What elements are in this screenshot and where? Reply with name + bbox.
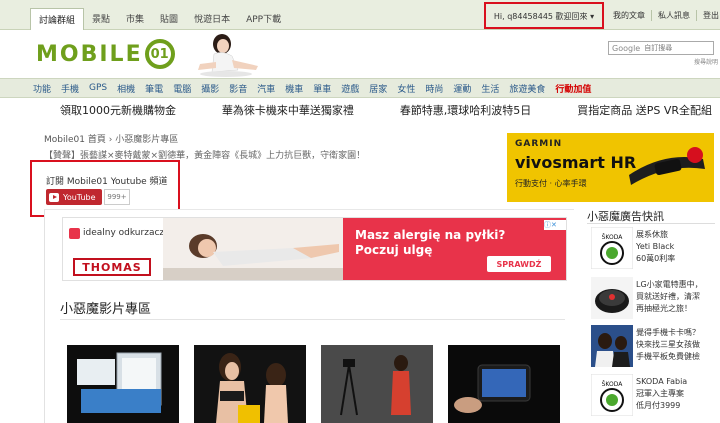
site-logo[interactable]: MOBILE 01	[36, 37, 175, 71]
category-link[interactable]: 影音	[229, 82, 247, 95]
garmin-tagline: 行動支付 · 心率手環	[515, 179, 587, 188]
search-input[interactable]: Google 自訂搜尋	[608, 41, 714, 55]
category-link[interactable]: 女性	[397, 82, 415, 95]
section-title: 小惡魔影片專區	[60, 302, 152, 317]
breadcrumb-home[interactable]: Mobile01 首頁	[44, 135, 106, 145]
breadcrumb: Mobile01 首頁 › 小惡魔影片專區	[44, 132, 178, 145]
category-link[interactable]: 生活	[481, 82, 499, 95]
ad-cta-panel: Masz alergię na pyłki? Poczuj ulgę SPRAW…	[343, 218, 566, 280]
vacuum-ad-banner[interactable]: idealny odkurzacz.pl THOMAS Masz alergię…	[62, 217, 567, 281]
category-link[interactable]: 行動加值	[555, 82, 591, 95]
tab-market[interactable]: 市集	[118, 8, 152, 30]
ad-brand-name: idealny odkurzacz.pl	[83, 228, 176, 238]
search-placeholder: 自訂搜尋	[644, 44, 673, 52]
youtube-subscribe-title: 訂閱 Mobile01 Youtube 頻道	[46, 177, 168, 187]
brand-icon	[69, 227, 80, 239]
category-link[interactable]: 功能	[33, 82, 51, 95]
tab-attractions[interactable]: 景點	[84, 8, 118, 30]
tab-gallery[interactable]: 貼圖	[152, 8, 186, 30]
google-search-logo: Google	[612, 43, 641, 53]
tab-japan[interactable]: 悅遊日本	[186, 8, 238, 30]
svg-text:ŠKODA: ŠKODA	[602, 234, 624, 241]
category-link[interactable]: 居家	[369, 82, 387, 95]
samsung-checkup-image	[591, 325, 633, 367]
category-link[interactable]: 運動	[453, 82, 471, 95]
youtube-play-icon	[49, 192, 59, 202]
logo-number: 01	[144, 39, 175, 69]
category-link[interactable]: 攝影	[201, 82, 219, 95]
top-bar: 討論群組 景點 市集 貼圖 悅遊日本 APP下載 Hi, q84458445 歡…	[0, 0, 720, 30]
sidebar-ad-item[interactable]: LG小家電特惠中， 買就送好禮，清潔 再抽極光之旅！	[591, 277, 716, 321]
ad-check-button[interactable]: SPRAWDŹ	[487, 256, 551, 272]
promo-links: 領取1000元新機購物金 華為徠卡機來中華送獨家禮 春節特惠,環球哈利波特5日 …	[30, 102, 720, 124]
private-messages-link[interactable]: 私人訊息	[651, 10, 696, 21]
ad-headline: Masz alergię na pyłki? Poczuj ulgę	[355, 228, 506, 257]
category-link[interactable]: 筆電	[145, 82, 163, 95]
sidebar-title: 小惡魔廣告快訊	[587, 210, 664, 223]
skoda-logo-image: ŠKODA	[591, 227, 633, 269]
category-link[interactable]: 單車	[313, 82, 331, 95]
sidebar-ad-item[interactable]: ŠKODA SKODA Fabia 冠軍入主專案 低月付3999	[591, 374, 716, 418]
tab-app-download[interactable]: APP下載	[238, 8, 289, 30]
top-tabs: 討論群組 景點 市集 貼圖 悅遊日本 APP下載	[30, 8, 289, 30]
sidebar-ad-item[interactable]: 覺得手機卡卡嗎？ 快來找三星女孩做 手機平板免費健檢	[591, 325, 716, 369]
sidebar-ad-text: 覺得手機卡卡嗎？ 快來找三星女孩做 手機平板免費健檢	[636, 328, 700, 361]
sidebar-ad-text: SKODA Fabia 冠軍入主專案 低月付3999	[636, 377, 688, 410]
video-thumbnail[interactable]	[448, 345, 560, 423]
category-link[interactable]: 機車	[285, 82, 303, 95]
logo-text: MOBILE	[36, 41, 143, 67]
promo-link[interactable]: 華為徠卡機來中華送獨家禮	[222, 102, 354, 124]
sidebar-divider	[587, 223, 715, 224]
ad-info-icon[interactable]: ⓘ✕	[544, 220, 566, 230]
category-link[interactable]: GPS	[89, 83, 107, 93]
ad-brand: idealny odkurzacz.pl	[69, 226, 175, 240]
category-link[interactable]: 相機	[117, 82, 135, 95]
category-link[interactable]: 手機	[61, 82, 79, 95]
logout-link[interactable]: 登出	[696, 10, 720, 21]
chevron-down-icon: ▾	[590, 12, 595, 21]
thomas-logo: THOMAS	[73, 258, 151, 276]
promo-link[interactable]: 買指定商品 送PS VR全配組	[577, 102, 712, 124]
user-greeting-menu[interactable]: Hi, q84458445 歡迎回來 ▾	[484, 2, 604, 29]
search-help-link[interactable]: 搜尋說明	[694, 57, 718, 66]
mascot-girl-illustration	[198, 34, 258, 77]
youtube-subscribe-button[interactable]: YouTube	[46, 189, 102, 205]
section-divider	[60, 319, 565, 320]
category-link[interactable]: 電腦	[173, 82, 191, 95]
garmin-product: vivosmart HR	[515, 153, 637, 172]
category-link[interactable]: 旅遊美食	[509, 82, 545, 95]
garmin-ad-banner[interactable]: GARMIN vivosmart HR 行動支付 · 心率手環	[507, 133, 714, 202]
skoda-logo-image: ŠKODA	[591, 374, 633, 416]
category-link[interactable]: 時尚	[425, 82, 443, 95]
sidebar-ad-text: 展系休旅 Yeti Black 60萬0利率	[636, 230, 676, 263]
promo-link[interactable]: 春節特惠,環球哈利波特5日	[400, 102, 532, 124]
garmin-brand: GARMIN	[515, 139, 563, 149]
youtube-button-label: YouTube	[63, 192, 96, 202]
sidebar-ad-item[interactable]: ŠKODA 展系休旅 Yeti Black 60萬0利率	[591, 227, 716, 271]
greeting-text: Hi, q84458445 歡迎回來	[493, 12, 588, 21]
svg-text:ŠKODA: ŠKODA	[602, 381, 624, 388]
video-thumbnail[interactable]	[67, 345, 179, 423]
lg-robot-vacuum-image	[591, 277, 633, 319]
video-thumbnail[interactable]	[194, 345, 306, 423]
breadcrumb-current[interactable]: 小惡魔影片專區	[115, 135, 178, 145]
woman-lying-image	[163, 218, 343, 280]
tab-forum[interactable]: 討論群組	[30, 8, 85, 30]
smart-band-image	[629, 147, 705, 185]
my-posts-link[interactable]: 我的文章	[607, 10, 651, 21]
subscriber-count: 999+	[104, 189, 130, 205]
category-nav: 功能 手機 GPS 相機 筆電 電腦 攝影 影音 汽車 機車 單車 遊戲 居家 女性 時尚 運動 生活 旅遊美食行…	[0, 78, 720, 98]
user-links: 我的文章 私人訊息 登出	[607, 10, 720, 21]
video-thumbnail[interactable]	[321, 345, 433, 423]
breadcrumb-separator: ›	[108, 135, 113, 145]
category-link[interactable]: 遊戲	[341, 82, 359, 95]
sidebar-ad-text: LG小家電特惠中， 買就送好禮，清潔 再抽極光之旅！	[636, 280, 703, 313]
category-link[interactable]: 汽車	[257, 82, 275, 95]
promo-link[interactable]: 領取1000元新機購物金	[60, 102, 176, 124]
